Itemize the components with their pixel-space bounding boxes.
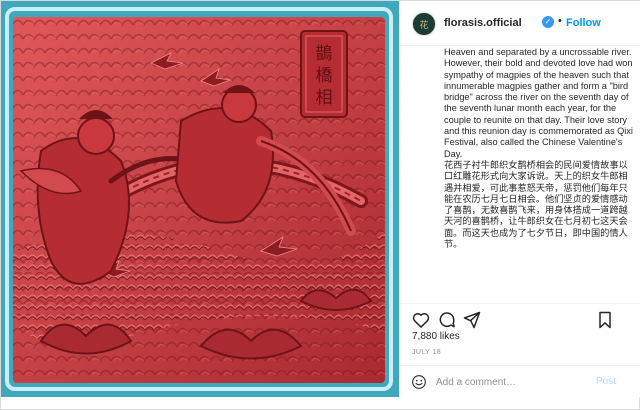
post-date[interactable]: JULY 18 [412, 349, 441, 356]
banner-char-1: 鵲 [316, 44, 333, 64]
comment-bar: Post [400, 365, 640, 397]
post-caption: Heaven and separated by a uncrossable ri… [444, 47, 634, 299]
verified-icon: ✓ [542, 16, 554, 28]
caption-chinese: 花西子衬牛郎织女鹊桥相会的民间爱情故事以口红雕花形式向大家诉说。天上的织女牛郎相… [444, 159, 628, 250]
emoji-icon[interactable] [411, 374, 427, 390]
action-bar [400, 303, 640, 333]
post-image[interactable]: 鵲 橋 相 [1, 1, 399, 397]
comment-input[interactable] [436, 374, 586, 390]
follow-button[interactable]: Follow [566, 17, 601, 29]
username[interactable]: florasis.official [444, 17, 522, 29]
separator-dot: • [558, 15, 562, 27]
likes-count[interactable]: 7,880 likes [412, 331, 460, 342]
banner-char-2: 橋 [316, 66, 333, 86]
caption-english: Heaven and separated by a uncrossable ri… [444, 47, 633, 159]
share-icon[interactable] [462, 310, 482, 330]
post-sidebar: 花 florasis.official ✓ • Follow Heaven an… [399, 1, 640, 397]
banner-char-3: 相 [316, 88, 333, 108]
avatar-logo: 花 [419, 20, 429, 31]
bookmark-icon[interactable] [595, 310, 615, 330]
heart-icon[interactable] [411, 310, 431, 330]
post-comment-button[interactable]: Post [596, 376, 616, 387]
lipstick-carving-illustration: 鵲 橋 相 [1, 1, 399, 397]
comment-icon[interactable] [437, 310, 457, 330]
instagram-post: 鵲 橋 相 花 florasis.official ✓ • Follow Hea… [0, 0, 640, 410]
post-header: 花 florasis.official ✓ • Follow [400, 1, 640, 46]
avatar[interactable]: 花 [412, 12, 436, 36]
